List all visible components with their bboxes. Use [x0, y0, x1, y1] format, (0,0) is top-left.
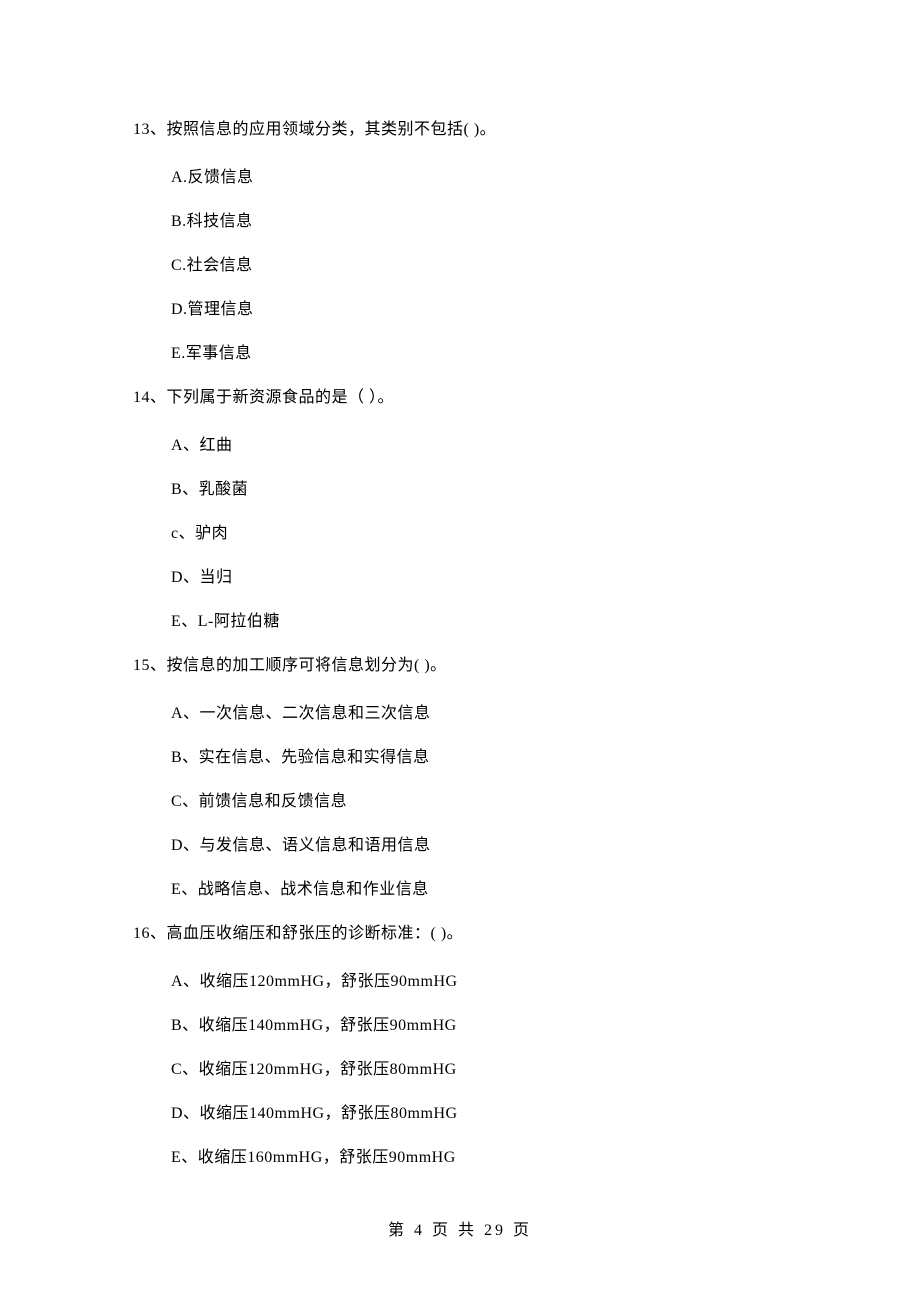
option-item: A、一次信息、二次信息和三次信息: [171, 702, 787, 726]
option-item: E、战略信息、战术信息和作业信息: [171, 878, 787, 902]
question-stem: 15、按信息的加工顺序可将信息划分为( )。: [133, 654, 787, 678]
option-item: A、收缩压120mmHG，舒张压90mmHG: [171, 970, 787, 994]
option-item: C.社会信息: [171, 254, 787, 278]
option-item: B、实在信息、先验信息和实得信息: [171, 746, 787, 770]
option-item: D、当归: [171, 566, 787, 590]
option-item: D.管理信息: [171, 298, 787, 322]
question-15: 15、按信息的加工顺序可将信息划分为( )。 A、一次信息、二次信息和三次信息 …: [133, 654, 787, 902]
question-stem: 13、按照信息的应用领域分类，其类别不包括( )。: [133, 118, 787, 142]
option-list: A、收缩压120mmHG，舒张压90mmHG B、收缩压140mmHG，舒张压9…: [133, 970, 787, 1170]
option-item: C、收缩压120mmHG，舒张压80mmHG: [171, 1058, 787, 1082]
question-stem: 16、高血压收缩压和舒张压的诊断标准：( )。: [133, 922, 787, 946]
question-stem: 14、下列属于新资源食品的是（ ）。: [133, 386, 787, 410]
option-item: E、收缩压160mmHG，舒张压90mmHG: [171, 1146, 787, 1170]
question-13: 13、按照信息的应用领域分类，其类别不包括( )。 A.反馈信息 B.科技信息 …: [133, 118, 787, 366]
page-footer: 第 4 页 共 29 页: [0, 1216, 920, 1240]
option-list: A、红曲 B、乳酸菌 c、驴肉 D、当归 E、L-阿拉伯糖: [133, 434, 787, 634]
question-14: 14、下列属于新资源食品的是（ ）。 A、红曲 B、乳酸菌 c、驴肉 D、当归 …: [133, 386, 787, 634]
option-item: B、收缩压140mmHG，舒张压90mmHG: [171, 1014, 787, 1038]
option-item: E、L-阿拉伯糖: [171, 610, 787, 634]
question-16: 16、高血压收缩压和舒张压的诊断标准：( )。 A、收缩压120mmHG，舒张压…: [133, 922, 787, 1170]
option-item: C、前馈信息和反馈信息: [171, 790, 787, 814]
option-item: D、与发信息、语义信息和语用信息: [171, 834, 787, 858]
option-item: A、红曲: [171, 434, 787, 458]
option-item: B.科技信息: [171, 210, 787, 234]
option-item: B、乳酸菌: [171, 478, 787, 502]
option-item: c、驴肉: [171, 522, 787, 546]
page-content: 13、按照信息的应用领域分类，其类别不包括( )。 A.反馈信息 B.科技信息 …: [0, 0, 920, 1170]
option-list: A、一次信息、二次信息和三次信息 B、实在信息、先验信息和实得信息 C、前馈信息…: [133, 702, 787, 902]
option-list: A.反馈信息 B.科技信息 C.社会信息 D.管理信息 E.军事信息: [133, 166, 787, 366]
option-item: A.反馈信息: [171, 166, 787, 190]
option-item: E.军事信息: [171, 342, 787, 366]
option-item: D、收缩压140mmHG，舒张压80mmHG: [171, 1102, 787, 1126]
